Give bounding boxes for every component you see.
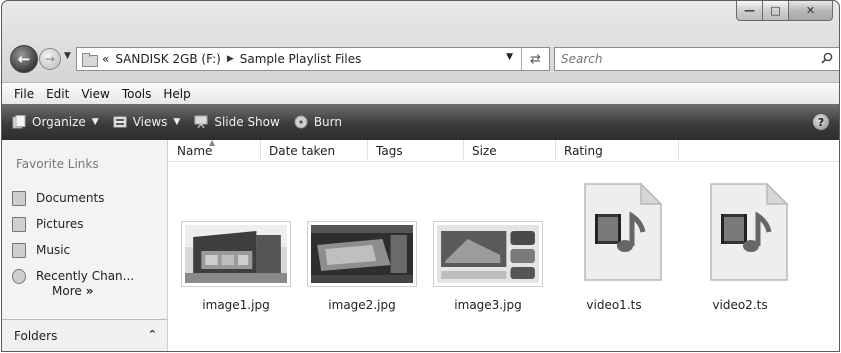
menu-edit[interactable]: Edit	[40, 87, 75, 101]
column-header-label: Date taken	[269, 144, 336, 158]
thumbnail	[433, 221, 543, 287]
thumbnail	[307, 221, 417, 287]
breadcrumb-folder[interactable]: Sample Playlist Files	[240, 52, 362, 66]
sidebar-item-label: Music	[36, 243, 71, 257]
navigation-pane: Favorite Links Documents Pictures Music …	[2, 140, 168, 351]
views-label: Views	[132, 115, 168, 129]
organize-button[interactable]: Organize ▼	[12, 115, 99, 129]
favorite-links-list: Documents Pictures Music Recently Chan..…	[12, 185, 134, 289]
more-label: More	[52, 284, 82, 298]
address-dropdown-icon[interactable]: ▼	[506, 52, 513, 62]
organize-label: Organize	[32, 115, 86, 129]
slideshow-icon	[194, 115, 208, 129]
thumbnail	[181, 221, 291, 287]
sidebar-item-music[interactable]: Music	[12, 237, 134, 263]
caption-buttons: — □ ✕	[736, 1, 833, 21]
command-bar: Organize ▼ Views ▼ Slide Show Burn ?	[2, 104, 839, 140]
forward-button[interactable]: →	[39, 48, 61, 70]
sort-ascending-icon: ▲	[209, 138, 216, 147]
menu-bar: File Edit View Tools Help	[2, 82, 839, 104]
column-header-name[interactable]: ▲ Name	[169, 138, 261, 162]
address-row: ← → ▼ « SANDISK 2GB (F:) ▶ Sample Playli…	[10, 45, 839, 73]
favorite-links-heading: Favorite Links	[16, 157, 99, 171]
column-header-label: Tags	[376, 144, 403, 158]
folder-icon	[82, 53, 98, 67]
documents-icon	[12, 190, 26, 206]
search-icon[interactable]	[821, 52, 833, 64]
file-name: video2.ts	[712, 298, 768, 312]
slideshow-button[interactable]: Slide Show	[194, 115, 280, 129]
burn-disc-icon	[294, 115, 308, 129]
recent-icon	[12, 268, 26, 284]
close-button[interactable]: ✕	[789, 1, 833, 21]
column-header-tags[interactable]: Tags	[368, 140, 464, 162]
column-header-label: Name	[177, 144, 213, 158]
minimize-button[interactable]: —	[736, 1, 763, 21]
refresh-icon: ⇄	[530, 51, 541, 67]
content-area: Favorite Links Documents Pictures Music …	[2, 138, 839, 351]
folders-label: Folders	[14, 328, 58, 343]
forward-arrow-icon: →	[44, 52, 56, 66]
burn-button[interactable]: Burn	[294, 115, 342, 129]
file-name: image2.jpg	[328, 298, 396, 312]
column-headers: ▲ Name Date taken Tags Size Rating	[169, 138, 839, 162]
video-file-icon	[710, 182, 789, 281]
more-chevron-icon: »	[85, 284, 94, 298]
file-name: image1.jpg	[202, 298, 270, 312]
views-button[interactable]: Views ▼	[113, 115, 181, 129]
explorer-window: — □ ✕ ← → ▼ « SANDISK 2GB (F:) ▶ Sample …	[1, 0, 840, 352]
sidebar-item-documents[interactable]: Documents	[12, 185, 134, 211]
close-icon: ✕	[805, 4, 816, 17]
file-tiles: image1.jpg image2.jpg image3.jpg video1.…	[169, 170, 839, 351]
back-arrow-icon: ←	[17, 50, 31, 68]
address-prefix: «	[102, 52, 110, 66]
slideshow-label: Slide Show	[214, 115, 280, 129]
image-thumbnail-icon	[185, 225, 287, 283]
organize-icon	[12, 115, 26, 129]
menu-file[interactable]: File	[8, 87, 40, 101]
refresh-button[interactable]: ⇄	[521, 48, 549, 70]
views-icon	[113, 116, 127, 128]
video-file-icon	[584, 182, 663, 281]
help-button[interactable]: ?	[813, 114, 829, 130]
back-button[interactable]: ←	[10, 45, 38, 73]
image-thumbnail-icon	[437, 225, 539, 283]
organize-dropdown-icon: ▼	[91, 117, 99, 127]
column-header-label: Rating	[564, 144, 603, 158]
help-icon: ?	[817, 115, 825, 129]
search-box	[554, 47, 839, 71]
breadcrumb-drive[interactable]: SANDISK 2GB (F:)	[115, 52, 220, 66]
more-links-button[interactable]: More»	[52, 284, 94, 298]
sidebar-item-pictures[interactable]: Pictures	[12, 211, 134, 237]
file-name: image3.jpg	[454, 298, 522, 312]
sidebar-item-label: Recently Chan...	[36, 269, 135, 283]
file-list-pane: ▲ Name Date taken Tags Size Rating image…	[169, 138, 839, 351]
views-dropdown-icon: ▼	[173, 117, 181, 127]
maximize-button[interactable]: □	[763, 1, 789, 21]
menu-view[interactable]: View	[75, 87, 115, 101]
menu-help[interactable]: Help	[157, 87, 196, 101]
image-thumbnail-icon	[311, 225, 413, 283]
pictures-icon	[12, 216, 26, 232]
address-bar[interactable]: « SANDISK 2GB (F:) ▶ Sample Playlist Fil…	[76, 47, 550, 71]
column-header-size[interactable]: Size	[464, 140, 556, 162]
column-header-rating[interactable]: Rating	[556, 140, 679, 162]
column-header-date-taken[interactable]: Date taken	[261, 140, 368, 162]
search-input[interactable]	[561, 52, 801, 66]
folders-toggle[interactable]: Folders ⌃	[2, 319, 167, 351]
column-header-label: Size	[472, 144, 497, 158]
maximize-icon: □	[770, 4, 781, 17]
minimize-icon: —	[744, 4, 755, 17]
breadcrumb-separator-icon[interactable]: ▶	[227, 54, 234, 64]
sidebar-item-label: Documents	[36, 191, 105, 205]
music-icon	[12, 242, 26, 258]
chevron-up-icon: ⌃	[147, 328, 157, 341]
recent-pages-dropdown[interactable]: ▼	[64, 51, 71, 61]
burn-label: Burn	[313, 115, 342, 129]
menu-tools[interactable]: Tools	[116, 87, 158, 101]
sidebar-item-label: Pictures	[36, 217, 84, 231]
file-name: video1.ts	[586, 298, 642, 312]
